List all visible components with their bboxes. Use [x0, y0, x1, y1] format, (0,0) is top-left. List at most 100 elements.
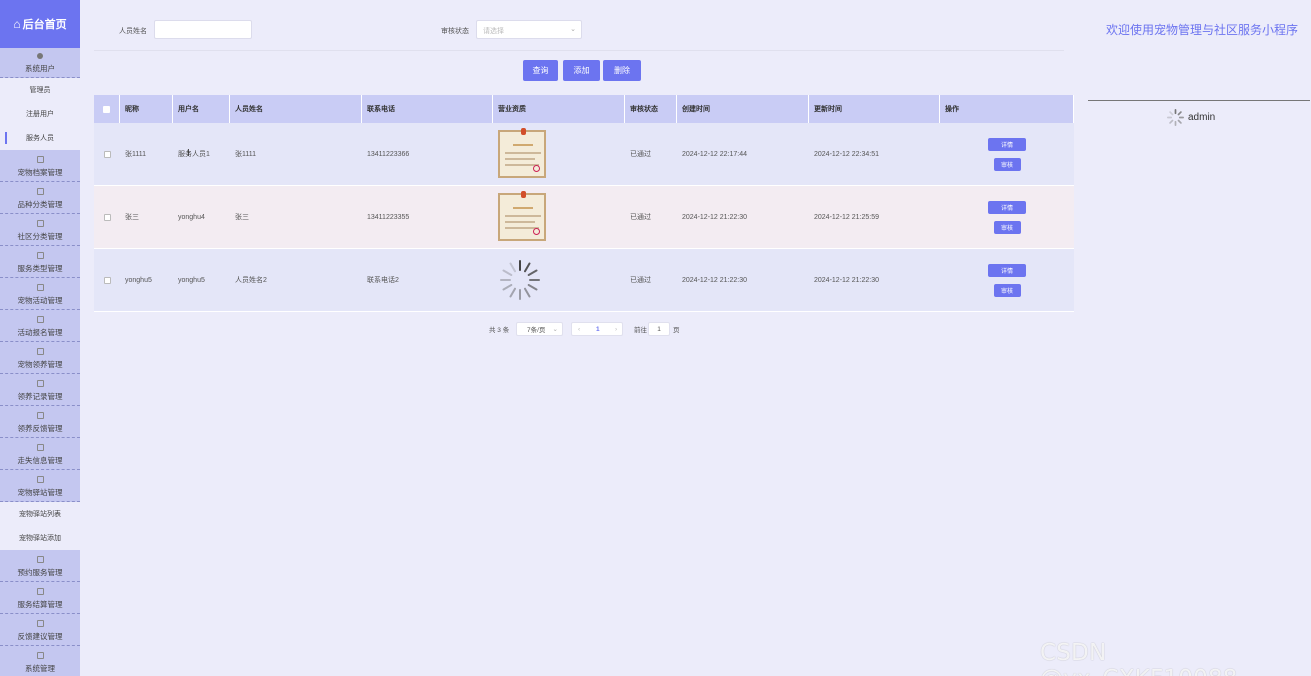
- welcome-text: 欢迎使用宠物管理与社区服务小程序: [1106, 23, 1299, 37]
- chevron-down-icon: ⌄: [570, 26, 576, 33]
- sidebar-group-booking[interactable]: 预约服务管理: [0, 550, 80, 582]
- prev-page-icon[interactable]: ‹: [578, 326, 580, 333]
- sidebar-group-label: 反馈建议管理: [17, 632, 63, 641]
- chevron-down-icon: ⌄: [552, 326, 558, 333]
- divider: [1088, 100, 1310, 101]
- sidebar-group-system[interactable]: 系统管理: [0, 646, 80, 676]
- sidebar-group-label: 系统管理: [25, 664, 55, 673]
- detail-button[interactable]: 详情: [988, 263, 1026, 277]
- col-header[interactable]: 用户名: [173, 95, 230, 123]
- col-header[interactable]: 营业资质: [493, 95, 625, 123]
- sidebar-group-label: 系统用户: [25, 64, 55, 73]
- username-label[interactable]: admin: [1188, 112, 1215, 123]
- audit-button[interactable]: 审核: [993, 157, 1021, 171]
- sidebar-item-service-staff[interactable]: 服务人员: [0, 126, 80, 150]
- license-image[interactable]: [498, 128, 546, 178]
- status-select[interactable]: 请选择 ⌄: [476, 20, 582, 39]
- pagination: 共 3 条 7条/页 ⌄ ‹ 1 › 前往 1 页: [0, 322, 1311, 336]
- table-row[interactable]: 张1111 服务人员1 张1111 13411223366 已通过 2024-1…: [94, 123, 1074, 186]
- sidebar-group-community[interactable]: 社区分类管理: [0, 214, 80, 246]
- delete-button[interactable]: 删除: [603, 60, 641, 81]
- page-size-select[interactable]: 7条/页 ⌄: [516, 322, 563, 336]
- menu-icon: [36, 156, 44, 163]
- table-row[interactable]: yonghu5 yonghu5 人员姓名2 联系电话2 已通过 2024-12-…: [94, 249, 1074, 312]
- table-header: 昵称 用户名 人员姓名 联系电话 营业资质 审核状态 创建时间 更新时间 操作: [94, 95, 1074, 123]
- row-checkbox[interactable]: [103, 150, 111, 158]
- sidebar-group-service-type[interactable]: 服务类型管理: [0, 246, 80, 278]
- row-checkbox[interactable]: [103, 213, 111, 221]
- menu-icon: [36, 380, 44, 387]
- current-page[interactable]: 1: [596, 326, 600, 333]
- sidebar-item-station-add[interactable]: 宠物驿站添加: [0, 526, 80, 550]
- home-icon: ⌂: [13, 17, 21, 31]
- sidebar-group-settlement[interactable]: 服务结算管理: [0, 582, 80, 614]
- goto-label: 前往: [634, 327, 647, 334]
- col-header[interactable]: 审核状态: [625, 95, 677, 123]
- sidebar-group-label: 社区分类管理: [17, 232, 63, 241]
- avatar-icon[interactable]: [1167, 109, 1184, 126]
- sidebar-group-breed[interactable]: 品种分类管理: [0, 182, 80, 214]
- sidebar-group-adoption-records[interactable]: 领养记录管理: [0, 374, 80, 406]
- sidebar-group-label: 品种分类管理: [17, 200, 63, 209]
- col-header[interactable]: 更新时间: [809, 95, 940, 123]
- menu-icon: [36, 588, 44, 595]
- select-all-cell: [94, 95, 120, 123]
- text-cursor-icon: I: [187, 148, 190, 159]
- table-row[interactable]: 张三 yonghu4 张三 13411223355 已通过 2024-12-12…: [94, 186, 1074, 249]
- sidebar-group-pet-activity[interactable]: 宠物活动管理: [0, 278, 80, 310]
- sidebar-group-label: 宠物驿站管理: [17, 488, 63, 497]
- menu-icon: [36, 476, 44, 483]
- col-header: 操作: [940, 95, 1074, 123]
- sidebar-group-pet-station[interactable]: 宠物驿站管理: [0, 470, 80, 502]
- audit-button[interactable]: 审核: [993, 283, 1021, 297]
- license-cell: [493, 123, 625, 185]
- col-header[interactable]: 联系电话: [362, 95, 493, 123]
- col-header[interactable]: 昵称: [120, 95, 173, 123]
- detail-button[interactable]: 详情: [988, 200, 1026, 214]
- select-all-checkbox[interactable]: [103, 105, 110, 113]
- goto-input[interactable]: 1: [648, 322, 670, 336]
- name-input[interactable]: [154, 20, 252, 39]
- sidebar-group-system-users[interactable]: 系统用户: [0, 48, 80, 78]
- license-image[interactable]: [498, 191, 546, 241]
- query-button[interactable]: 查询: [523, 60, 558, 81]
- audit-button[interactable]: 审核: [993, 220, 1021, 234]
- sidebar-group-lost-info[interactable]: 走失信息管理: [0, 438, 80, 470]
- username-cell: yonghu4: [178, 213, 205, 221]
- nickname-cell: 张三: [125, 214, 139, 221]
- sidebar-group-label: 宠物活动管理: [17, 296, 63, 305]
- row-select-cell: [94, 123, 120, 185]
- col-header[interactable]: 创建时间: [677, 95, 809, 123]
- license-cell: [493, 186, 625, 248]
- sidebar-item-admin[interactable]: 管理员: [0, 78, 80, 102]
- page-size-value: 7条/页: [527, 327, 546, 334]
- menu-icon: [36, 412, 44, 419]
- sidebar-group-label: 服务类型管理: [17, 264, 63, 273]
- sidebar-group-feedback[interactable]: 反馈建议管理: [0, 614, 80, 646]
- data-table: 昵称 用户名 人员姓名 联系电话 营业资质 审核状态 创建时间 更新时间 操作 …: [94, 95, 1074, 312]
- sidebar-home-label: 后台首页: [22, 19, 67, 31]
- name-label: 人员姓名: [119, 28, 147, 35]
- detail-button[interactable]: 详情: [988, 137, 1026, 151]
- sidebar-group-label: 宠物档案管理: [17, 168, 63, 177]
- nickname-cell: yonghu5: [125, 276, 152, 284]
- col-header[interactable]: 人员姓名: [230, 95, 362, 123]
- sidebar-item-station-list[interactable]: 宠物驿站列表: [0, 502, 80, 526]
- row-checkbox[interactable]: [103, 276, 111, 284]
- actions-cell: 详情 审核: [940, 186, 1074, 248]
- sidebar-group-adoption[interactable]: 宠物领养管理: [0, 342, 80, 374]
- username-cell: 服务人员1: [178, 151, 210, 158]
- next-page-icon[interactable]: ›: [615, 326, 617, 333]
- menu-icon: [36, 252, 44, 259]
- sidebar-group-adoption-feedback[interactable]: 领养反馈管理: [0, 406, 80, 438]
- sidebar-item-registered-users[interactable]: 注册用户: [0, 102, 80, 126]
- loading-spinner-icon: [500, 260, 540, 300]
- menu-icon: [36, 444, 44, 451]
- status-cell: 已通过: [630, 151, 651, 158]
- sidebar-home[interactable]: ⌂ 后台首页: [0, 0, 80, 48]
- created-cell: 2024-12-12 21:22:30: [682, 213, 747, 221]
- nickname-cell: 张1111: [125, 151, 147, 158]
- add-button[interactable]: 添加: [563, 60, 600, 81]
- sidebar-group-pet-archive[interactable]: 宠物档案管理: [0, 150, 80, 182]
- actions-cell: 详情 审核: [940, 123, 1074, 185]
